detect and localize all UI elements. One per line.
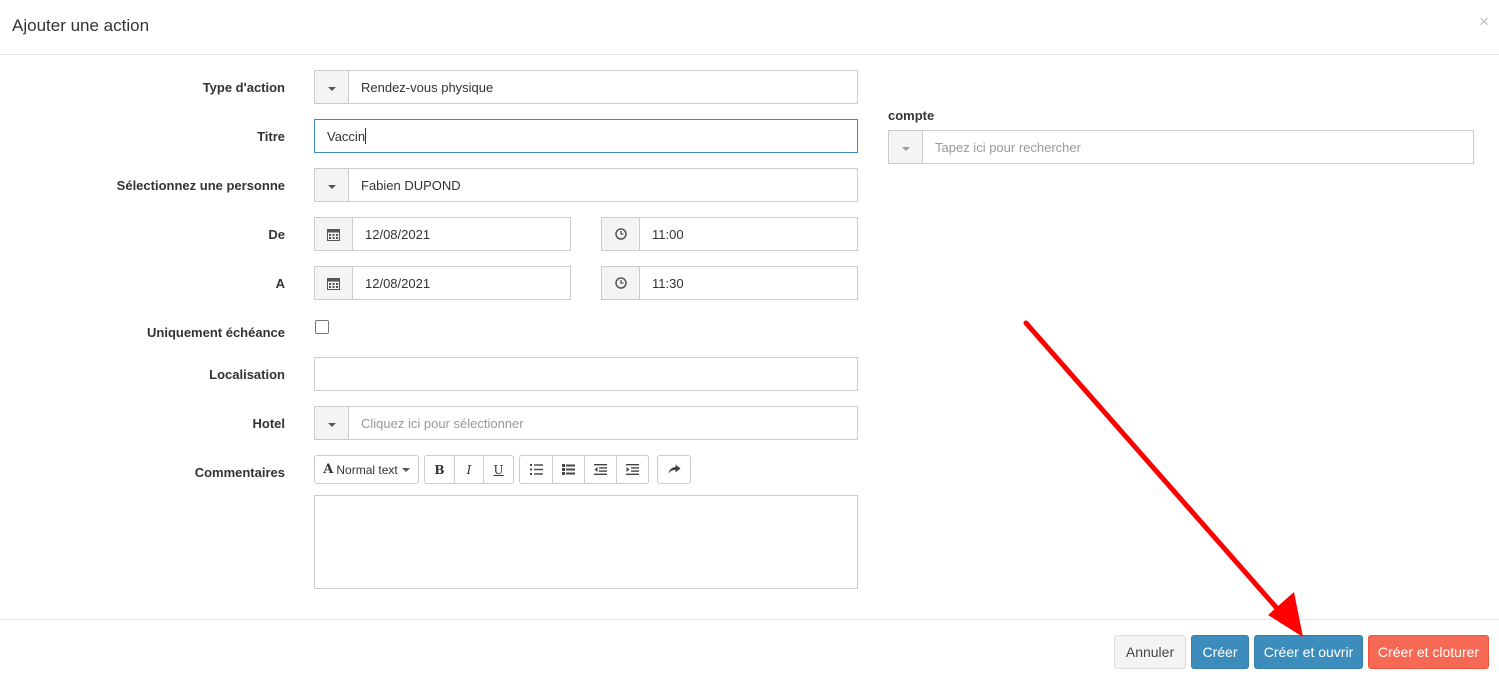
chevron-down-icon: [901, 146, 910, 151]
close-icon[interactable]: ×: [1479, 12, 1489, 32]
chevron-down-icon: [327, 422, 336, 427]
de-date-value: 12/08/2021: [365, 226, 431, 242]
create-button[interactable]: Créer: [1191, 635, 1249, 669]
arrow-shaft: [1023, 320, 1285, 617]
localisation-input[interactable]: [314, 357, 858, 391]
calendar-icon[interactable]: [315, 218, 353, 250]
bold-icon[interactable]: B: [424, 455, 455, 484]
a-time-value: 11:30: [652, 275, 684, 291]
echeance-label: Uniquement échéance: [147, 325, 285, 340]
personne-label: Sélectionnez une personne: [116, 178, 285, 193]
de-date-input[interactable]: 12/08/2021: [314, 217, 571, 251]
a-time-input[interactable]: 11:30: [601, 266, 858, 300]
calendar-icon[interactable]: [315, 267, 353, 299]
text-cursor: [365, 128, 367, 144]
echeance-checkbox[interactable]: [315, 320, 329, 334]
cancel-button[interactable]: Annuler: [1114, 635, 1186, 669]
compte-dropdown-toggle[interactable]: [889, 131, 923, 163]
underline-icon[interactable]: U: [483, 455, 514, 484]
titre-input[interactable]: Vaccin: [314, 119, 858, 153]
text-style-group: A Normal text: [314, 455, 419, 484]
italic-icon[interactable]: I: [454, 455, 484, 484]
text-style-dropdown[interactable]: A Normal text: [314, 455, 419, 484]
font-icon: A: [323, 462, 334, 477]
de-time-value: 11:00: [652, 226, 684, 242]
text-style-label: Normal text: [336, 462, 398, 477]
personne-value: Fabien DUPOND: [361, 177, 461, 193]
chevron-down-icon: [401, 468, 410, 472]
hotel-select[interactable]: Cliquez ici pour sélectionner: [314, 406, 858, 440]
commentaires-editor[interactable]: [314, 495, 858, 589]
arrow-head: [1268, 592, 1303, 637]
hotel-label: Hotel: [252, 416, 286, 431]
indent-icon[interactable]: [616, 455, 649, 484]
titre-value: Vaccin: [327, 128, 366, 144]
personne-dropdown-toggle[interactable]: [315, 169, 349, 201]
type-action-dropdown-toggle[interactable]: [315, 71, 349, 103]
type-action-select[interactable]: Rendez-vous physique: [314, 70, 858, 104]
create-and-close-button[interactable]: Créer et cloturer: [1368, 635, 1489, 669]
create-and-open-button[interactable]: Créer et ouvrir: [1254, 635, 1363, 669]
share-icon[interactable]: [657, 455, 691, 484]
titre-label: Titre: [257, 129, 285, 144]
de-time-input[interactable]: 11:00: [601, 217, 858, 251]
personne-select[interactable]: Fabien DUPOND: [314, 168, 858, 202]
link-group: [657, 455, 691, 484]
commentaires-label: Commentaires: [194, 465, 285, 480]
format-group: B I U: [424, 455, 514, 484]
hotel-dropdown-toggle[interactable]: [315, 407, 349, 439]
ordered-list-icon[interactable]: [552, 455, 585, 484]
dialog-title: Ajouter une action: [12, 16, 150, 35]
de-label: De: [268, 227, 285, 242]
chevron-down-icon: [327, 86, 336, 91]
chevron-down-icon: [327, 184, 336, 189]
compte-placeholder: Tapez ici pour rechercher: [935, 139, 1081, 155]
localisation-label: Localisation: [209, 367, 285, 382]
list-group: [519, 455, 649, 484]
type-action-label: Type d'action: [202, 80, 285, 95]
type-action-value: Rendez-vous physique: [361, 79, 494, 95]
dialog-header: Ajouter une action ×: [0, 0, 1499, 55]
clock-icon[interactable]: [602, 218, 640, 250]
outdent-icon[interactable]: [584, 455, 617, 484]
a-label: A: [275, 276, 285, 291]
a-date-input[interactable]: 12/08/2021: [314, 266, 571, 300]
footer-divider: [0, 619, 1499, 620]
unordered-list-icon[interactable]: [519, 455, 553, 484]
compte-label: compte: [888, 108, 935, 123]
a-date-value: 12/08/2021: [365, 275, 431, 291]
clock-icon[interactable]: [602, 267, 640, 299]
compte-search-select[interactable]: Tapez ici pour rechercher: [888, 130, 1474, 164]
hotel-placeholder: Cliquez ici pour sélectionner: [361, 415, 524, 431]
